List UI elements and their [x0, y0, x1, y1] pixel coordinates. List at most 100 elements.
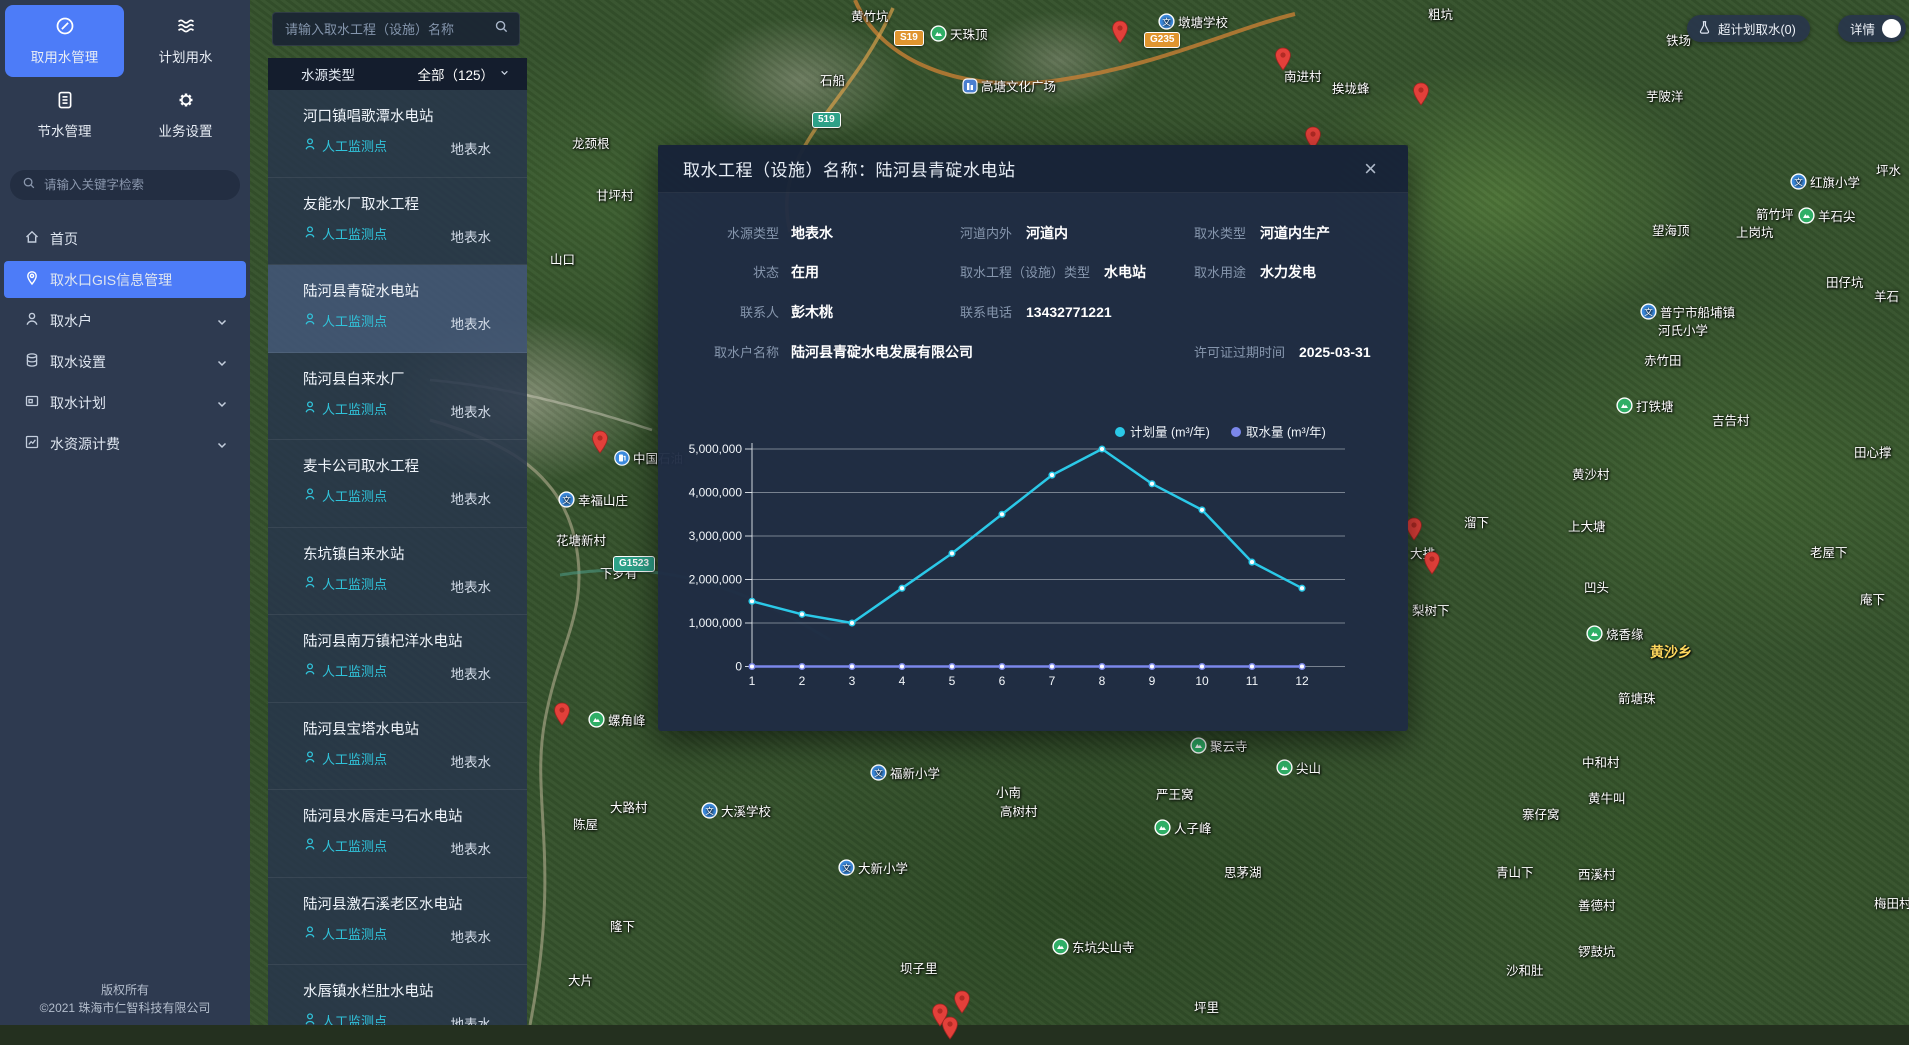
- station-list-item[interactable]: 陆河县宝塔水电站人工监测点地表水: [268, 703, 527, 791]
- svg-text:7: 7: [1049, 674, 1056, 688]
- station-list-item[interactable]: 陆河县自来水厂人工监测点地表水: [268, 353, 527, 441]
- station-search[interactable]: [272, 12, 520, 46]
- map-label: 螺角峰: [588, 710, 646, 729]
- sidebar-item-5[interactable]: 取水计划: [0, 382, 250, 423]
- map-label: 箭塘珠: [1618, 688, 1656, 707]
- field: 河道内外河道内: [960, 223, 1068, 243]
- module-2[interactable]: 计划用水: [126, 5, 245, 77]
- map-label: 羊石尖: [1798, 206, 1856, 225]
- monitor-point-link[interactable]: 人工监测点: [303, 311, 527, 330]
- chevron-down-icon: [214, 314, 228, 328]
- red-pin-marker-icon[interactable]: [1412, 82, 1430, 111]
- person-icon: [303, 662, 317, 679]
- toggle-knob[interactable]: [1882, 19, 1901, 38]
- user-icon: [24, 311, 50, 330]
- map-label: 花塘新村: [556, 530, 606, 549]
- detail-toggle[interactable]: 详情: [1838, 15, 1906, 42]
- modal-title: 取水工程（设施）名称：陆河县青碇水电站: [683, 156, 1016, 181]
- map-label: 陈屋: [573, 814, 598, 833]
- monitor-point-link[interactable]: 人工监测点: [303, 1011, 527, 1025]
- sidebar-item-3[interactable]: 取水户: [0, 300, 250, 341]
- svg-text:3,000,000: 3,000,000: [689, 529, 743, 543]
- red-pin-marker-icon[interactable]: [1423, 551, 1441, 580]
- red-pin-marker-icon[interactable]: [1111, 20, 1129, 49]
- red-pin-marker-icon[interactable]: [941, 1016, 959, 1045]
- sidebar-search[interactable]: [10, 170, 240, 200]
- source-type-dropdown[interactable]: 全部（125）: [417, 64, 511, 84]
- monitor-point-link[interactable]: 人工监测点: [303, 836, 527, 855]
- map-label-text: 中和村: [1582, 752, 1620, 771]
- sidebar-item-6[interactable]: 水资源计费: [0, 423, 250, 464]
- station-name: 陆河县水唇走马石水电站: [303, 805, 527, 826]
- module-3[interactable]: 节水管理: [5, 79, 124, 151]
- module-label: 取用水管理: [31, 46, 99, 66]
- monitor-point-link[interactable]: 人工监测点: [303, 486, 527, 505]
- monitor-point-link[interactable]: 人工监测点: [303, 661, 527, 680]
- monitor-point-link[interactable]: 人工监测点: [303, 399, 527, 418]
- field-label: 取水类型: [1194, 223, 1246, 242]
- close-icon[interactable]: ×: [1364, 158, 1377, 180]
- monitor-point-link[interactable]: 人工监测点: [303, 224, 527, 243]
- over-plan-alert-button[interactable]: 超计划取水(0): [1687, 15, 1810, 42]
- person-icon: [303, 487, 317, 504]
- red-pin-marker-icon[interactable]: [953, 990, 971, 1019]
- monitor-point-link[interactable]: 人工监测点: [303, 924, 527, 943]
- module-1[interactable]: 取用水管理: [5, 5, 124, 77]
- svg-text:5,000,000: 5,000,000: [689, 442, 743, 456]
- station-search-input[interactable]: [285, 22, 494, 37]
- person-icon: [303, 1012, 317, 1025]
- station-list-item[interactable]: 友能水厂取水工程人工监测点地表水: [268, 178, 527, 266]
- station-list-item[interactable]: 陆河县青碇水电站人工监测点地表水: [268, 265, 527, 353]
- sidebar-item-1[interactable]: 首页: [0, 218, 250, 259]
- map-label: 山口: [550, 249, 575, 268]
- chart-legend[interactable]: 计划量 (m³/年)取水量 (m³/年): [1115, 426, 1326, 440]
- map-label: 文幸福山庄: [558, 490, 628, 509]
- detail-toggle-label: 详情: [1850, 19, 1875, 38]
- module-4[interactable]: 业务设置: [126, 79, 245, 151]
- field-value: 水力发电: [1260, 262, 1316, 282]
- station-list-item[interactable]: 陆河县水唇走马石水电站人工监测点地表水: [268, 790, 527, 878]
- map-label-text: 西溪村: [1578, 864, 1616, 883]
- svg-text:6: 6: [999, 674, 1006, 688]
- map-label-text: 石船: [820, 70, 845, 89]
- red-pin-marker-icon[interactable]: [553, 702, 571, 731]
- map-label: 西溪村: [1578, 864, 1616, 883]
- map-label-text: 吉告村: [1712, 410, 1750, 429]
- station-list-item[interactable]: 东坑镇自来水站人工监测点地表水: [268, 528, 527, 616]
- svg-text:计划量 (m³/年): 计划量 (m³/年): [1130, 426, 1210, 440]
- map-label-text: 田仔坑: [1826, 272, 1864, 291]
- map-label-text: 高树村: [1000, 801, 1038, 820]
- module-label: 业务设置: [159, 120, 213, 140]
- station-list-item[interactable]: 陆河县激石溪老区水电站人工监测点地表水: [268, 878, 527, 966]
- station-list-item[interactable]: 水唇镇水栏肚水电站人工监测点地表水: [268, 965, 527, 1025]
- field: 取水工程（设施）类型水电站: [960, 262, 1146, 282]
- sidebar-item-2[interactable]: 取水口GIS信息管理: [4, 261, 246, 298]
- map-label: 中和村: [1582, 752, 1620, 771]
- person-icon: [303, 400, 317, 417]
- map-label-text: 上岗坑: [1736, 222, 1774, 241]
- map-label: 锣鼓坑: [1578, 941, 1616, 960]
- monitor-point-link[interactable]: 人工监测点: [303, 574, 527, 593]
- station-list-panel: 水源类型 全部（125） 河口镇唱歌潭水电站人工监测点地表水友能水厂取水工程人工…: [268, 58, 527, 1025]
- map-label-text: 普宁市船埔镇: [1660, 302, 1735, 321]
- station-list-item[interactable]: 陆河县南万镇杞洋水电站人工监测点地表水: [268, 615, 527, 703]
- monitor-point-link[interactable]: 人工监测点: [303, 749, 527, 768]
- map-label: 黄沙村: [1572, 464, 1610, 483]
- map-label: 高树村: [1000, 801, 1038, 820]
- map-label-text: 红旗小学: [1810, 172, 1860, 191]
- sidebar-item-4[interactable]: 取水设置: [0, 341, 250, 382]
- map-label: 上大塘: [1568, 516, 1606, 535]
- station-list-item[interactable]: 河口镇唱歌潭水电站人工监测点地表水: [268, 90, 527, 178]
- monitor-point-label: 人工监测点: [322, 486, 387, 505]
- map-label-text: 梅田村: [1874, 893, 1909, 912]
- sidebar-search-input[interactable]: [44, 178, 228, 192]
- station-list-item[interactable]: 麦卡公司取水工程人工监测点地表水: [268, 440, 527, 528]
- water-source-type: 地表水: [451, 926, 492, 946]
- svg-text:0: 0: [735, 660, 742, 674]
- filter-label: 水源类型: [301, 64, 355, 84]
- red-pin-marker-icon[interactable]: [1274, 47, 1292, 76]
- monitor-point-link[interactable]: 人工监测点: [303, 136, 527, 155]
- module-switcher: 取用水管理 计划用水节水管理业务设置: [0, 0, 250, 156]
- red-pin-marker-icon[interactable]: [591, 430, 609, 459]
- person-icon: [303, 925, 317, 942]
